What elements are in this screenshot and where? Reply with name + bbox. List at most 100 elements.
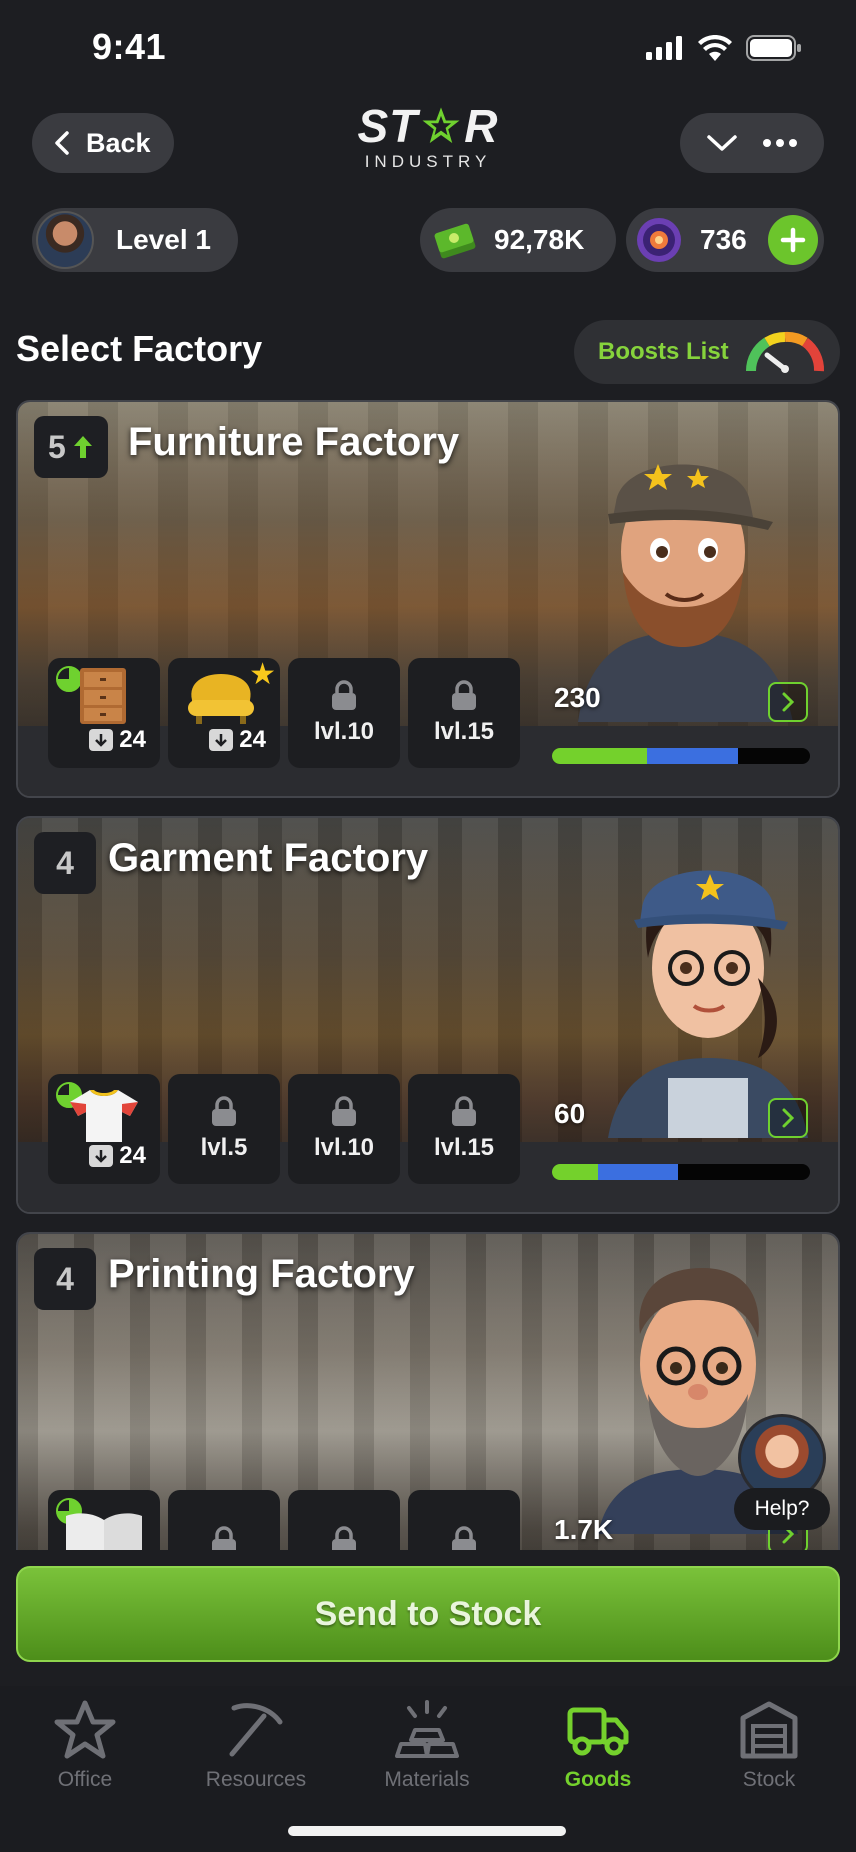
wifi-icon xyxy=(698,35,732,61)
progress-segment-blue xyxy=(598,1164,679,1180)
factory-list[interactable]: 5 Furniture Factory 24 ★ 24 lvl.10 lvl.1… xyxy=(0,400,856,1550)
more-options-icon[interactable] xyxy=(762,138,798,148)
locked-slot[interactable] xyxy=(288,1490,400,1550)
stock-box-icon xyxy=(89,729,114,751)
product-count: 24 xyxy=(89,726,146,754)
factory-card-printing[interactable]: 4 Printing Factory 1.7K xyxy=(16,1232,840,1550)
progress-segment-blue xyxy=(647,748,738,764)
cash-amount: 92,78K xyxy=(494,224,585,255)
tab-label: Stock xyxy=(742,1768,796,1791)
lock-icon xyxy=(452,680,476,710)
tab-office[interactable]: Office xyxy=(0,1700,170,1800)
send-to-stock-button[interactable]: Send to Stock xyxy=(16,1566,840,1662)
armchair-icon xyxy=(188,674,254,724)
product-count: 24 xyxy=(89,1142,146,1170)
factory-name: Furniture Factory xyxy=(128,420,460,464)
factory-score: 1.7K xyxy=(554,1514,614,1545)
tab-materials[interactable]: Materials xyxy=(342,1700,512,1800)
back-label: Back xyxy=(86,127,151,158)
help-label: Help? xyxy=(734,1488,830,1530)
locked-slot[interactable]: lvl.5 xyxy=(168,1074,280,1184)
tab-label: Goods xyxy=(564,1768,632,1791)
tab-resources[interactable]: Resources xyxy=(171,1700,341,1800)
product-slot[interactable]: ★ 24 xyxy=(168,658,280,768)
open-factory-button[interactable] xyxy=(768,682,808,722)
tab-stock[interactable]: Stock xyxy=(684,1700,854,1800)
cellular-signal-icon xyxy=(646,36,682,60)
chevron-down-icon[interactable] xyxy=(706,133,738,153)
lock-icon xyxy=(212,1526,236,1550)
add-gems-button[interactable] xyxy=(768,215,818,265)
player-level-pill[interactable]: Level 1 xyxy=(32,208,238,272)
factory-name: Printing Factory xyxy=(108,1252,415,1296)
product-count-value: 24 xyxy=(119,726,146,753)
factory-level-badge: 4 xyxy=(34,832,96,894)
factory-score: 230 xyxy=(554,682,601,713)
menu-pill xyxy=(680,113,824,173)
locked-slot[interactable] xyxy=(168,1490,280,1550)
page-title: Select Factory xyxy=(16,328,263,369)
factory-progress-bar xyxy=(552,1164,810,1180)
lock-icon xyxy=(452,1526,476,1550)
factory-score: 60 xyxy=(554,1098,586,1129)
locked-slot[interactable]: lvl.10 xyxy=(288,1074,400,1184)
gold-bars-icon xyxy=(395,1700,459,1758)
product-slot[interactable]: 24 xyxy=(48,1074,160,1184)
star-icon xyxy=(54,1700,116,1759)
lock-icon xyxy=(332,1526,356,1550)
locked-slot[interactable]: lvl.15 xyxy=(408,658,520,768)
unlock-level-label: lvl.15 xyxy=(433,718,495,745)
plus-icon xyxy=(780,227,806,253)
progress-segment-green xyxy=(552,748,648,764)
book-icon xyxy=(66,1513,142,1550)
help-bubble[interactable]: Help? xyxy=(734,1414,830,1532)
status-time: 9:41 xyxy=(92,26,167,67)
logo-text-right: R xyxy=(464,100,499,152)
upgrade-arrow-icon[interactable] xyxy=(72,434,94,460)
boosts-list-button[interactable]: Boosts List xyxy=(574,320,840,384)
locked-slot[interactable] xyxy=(408,1490,520,1550)
avatar xyxy=(36,211,94,269)
logo-text-left: ST xyxy=(357,100,419,152)
status-bar: 9:41 xyxy=(0,0,856,96)
factory-card-garment[interactable]: 4 Garment Factory 24 lvl.5 lvl.10 lvl.15… xyxy=(16,816,840,1214)
factory-level-badge: 5 xyxy=(34,416,108,478)
boosts-label: Boosts List xyxy=(598,338,729,365)
factory-card-furniture[interactable]: 5 Furniture Factory 24 ★ 24 lvl.10 lvl.1… xyxy=(16,400,840,798)
gem-coin-icon xyxy=(637,218,681,262)
locked-slot[interactable]: lvl.15 xyxy=(408,1074,520,1184)
product-slot[interactable] xyxy=(48,1490,160,1550)
worker-illustration xyxy=(608,870,808,1138)
chevron-right-icon xyxy=(782,692,795,712)
tab-goods[interactable]: Goods xyxy=(513,1700,683,1800)
speedometer-icon xyxy=(745,331,824,373)
logo-subtitle: INDUSTRY xyxy=(364,152,492,171)
battery-icon xyxy=(746,35,801,61)
tab-label: Materials xyxy=(384,1768,470,1791)
lock-icon xyxy=(212,1096,236,1126)
chevron-right-icon xyxy=(782,1108,795,1128)
back-button[interactable]: Back xyxy=(32,113,174,173)
product-slot[interactable]: 24 xyxy=(48,658,160,768)
product-count: 24 xyxy=(209,726,266,754)
truck-icon xyxy=(567,1707,629,1756)
gems-amount: 736 xyxy=(700,224,747,255)
tab-label: Office xyxy=(57,1768,113,1791)
home-indicator xyxy=(288,1826,566,1836)
open-factory-button[interactable] xyxy=(768,1098,808,1138)
product-count-value: 24 xyxy=(239,726,266,753)
product-count-value: 24 xyxy=(119,1142,146,1169)
locked-slot[interactable]: lvl.10 xyxy=(288,658,400,768)
factory-level-badge: 4 xyxy=(34,1248,96,1310)
warehouse-icon xyxy=(740,1701,798,1759)
unlock-level-label: lvl.5 xyxy=(200,1134,248,1161)
factory-level: 4 xyxy=(56,1260,74,1297)
stock-box-icon xyxy=(209,729,234,751)
app-logo: ST R INDUSTRY xyxy=(356,98,500,178)
chevron-left-icon xyxy=(55,131,69,155)
tab-label: Resources xyxy=(205,1768,307,1791)
progress-segment-green xyxy=(552,1164,599,1180)
unlock-level-label: lvl.10 xyxy=(313,1134,375,1161)
send-to-stock-label: Send to Stock xyxy=(314,1594,542,1633)
cash-icon xyxy=(434,223,476,259)
